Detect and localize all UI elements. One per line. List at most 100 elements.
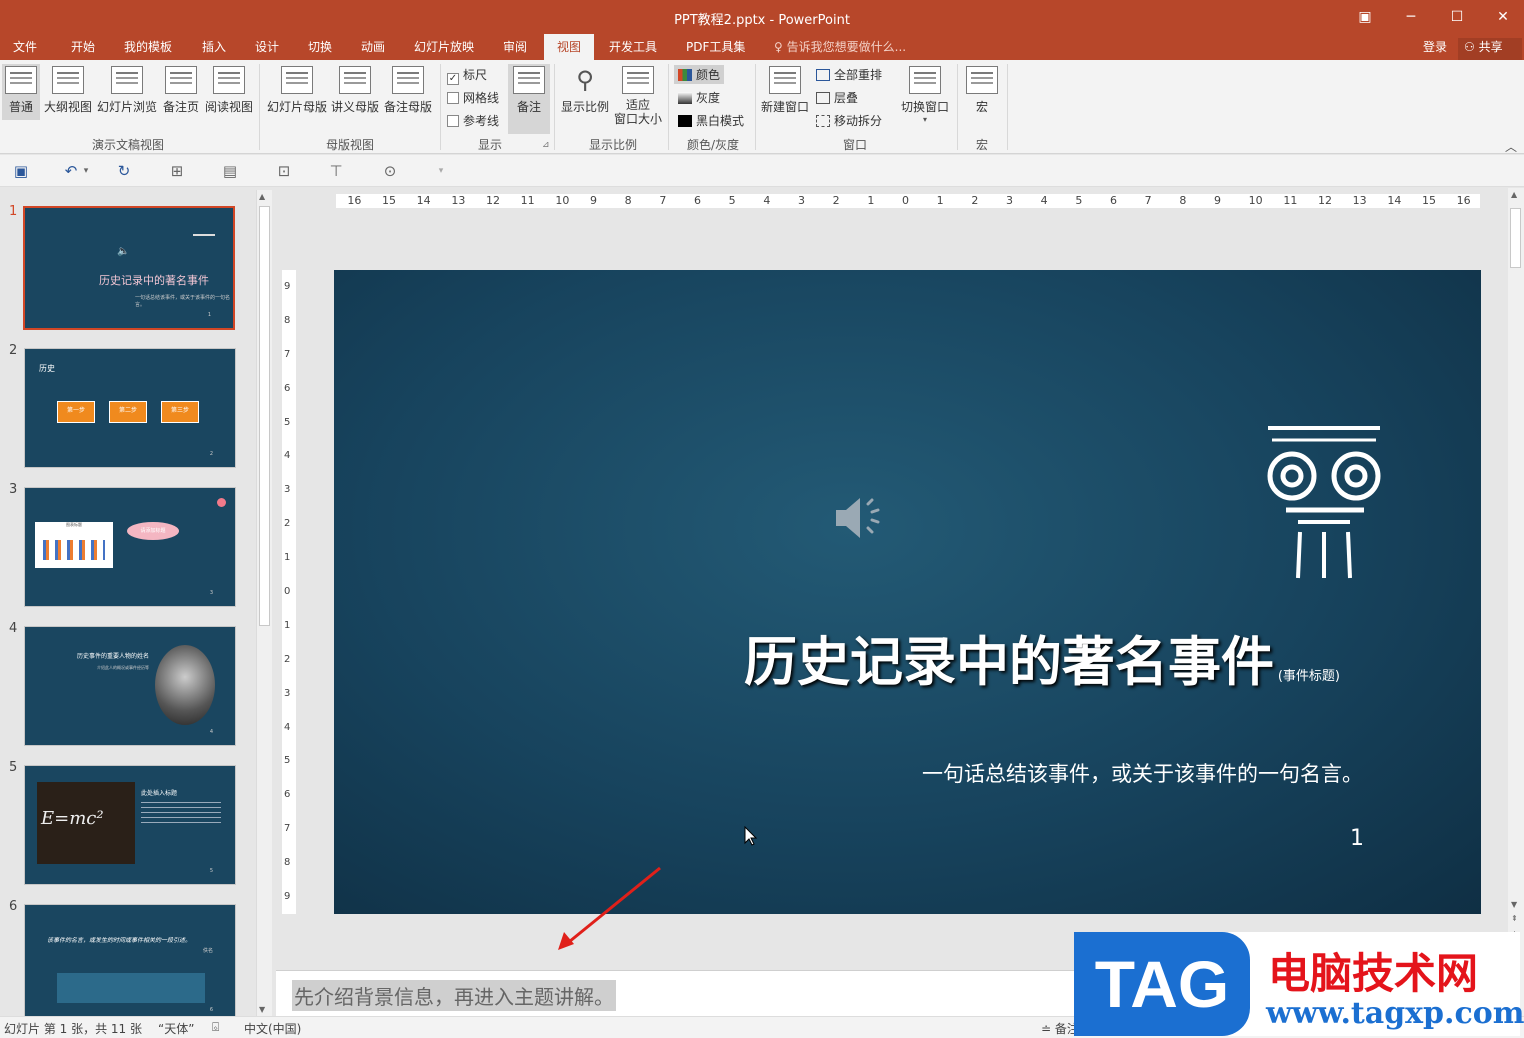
step-label: 第一步: [66, 407, 85, 414]
grayscale-swatch-icon: [678, 92, 692, 104]
zoom-button[interactable]: ⚲ 显示比例: [559, 64, 611, 120]
layout-icon[interactable]: ▤: [219, 161, 241, 181]
scroll-down-icon[interactable]: ▼: [1511, 900, 1517, 909]
editor-scrollbar[interactable]: ▲ ▼ ⇞ ⇟: [1508, 188, 1524, 1016]
minimize-icon[interactable]: ─: [1396, 6, 1426, 28]
gridlines-checkbox[interactable]: 网格线: [447, 89, 499, 106]
language-indicator[interactable]: 中文(中国): [244, 1020, 301, 1037]
save-icon[interactable]: ▣: [10, 161, 32, 181]
outline-view-button[interactable]: 大纲视图: [42, 64, 94, 120]
thumbnail-slide-5[interactable]: E=mc² 此处插入标题 5: [24, 765, 236, 885]
thumbnail-slide-1[interactable]: 🔈 历史记录中的著名事件 一句话总结该事件，或关于该事件的一句名言。 1: [23, 206, 235, 330]
tab-file[interactable]: 文件: [13, 38, 37, 55]
notes-page-button[interactable]: 备注页: [160, 64, 202, 120]
switch-window-button[interactable]: 切换窗口 ▾: [898, 64, 952, 124]
thumbnail-slide-6[interactable]: 该事件的名言，或发生的时间或事件相关的一段引述。 佚名 6: [24, 904, 236, 1016]
vertical-ruler[interactable]: 9 8 7 6 5 4 3 2 1 0 1 2 3 4 5 6 7 8 9: [282, 270, 296, 914]
ruler-tick-label: 5: [728, 194, 736, 207]
tell-me-text: 告诉我您想要做什么...: [786, 40, 907, 54]
thumbnail-slide-3[interactable]: 图表标题 请添加标题 3: [24, 487, 236, 607]
slide-subtitle[interactable]: 一句话总结该事件，或关于该事件的一句名言。: [922, 758, 1363, 788]
slide-master-icon: [281, 66, 313, 94]
macro-icon: [966, 66, 998, 94]
new-window-button[interactable]: 新建窗口: [760, 64, 810, 120]
collapse-ribbon-icon[interactable]: ︿: [1505, 138, 1517, 155]
scroll-up-icon[interactable]: ▲: [1511, 190, 1517, 199]
ruler-tick-label: 9: [590, 194, 597, 207]
tab-review[interactable]: 审阅: [503, 38, 527, 55]
dialog-launcher-icon[interactable]: ⊿: [542, 140, 550, 150]
undo-icon[interactable]: ↶: [60, 161, 82, 181]
share-button[interactable]: ⚇ 共享: [1458, 38, 1522, 60]
fit-to-window-button[interactable]: 适应 窗口大小: [612, 64, 664, 126]
notes-toggle-button[interactable]: 备注: [508, 64, 550, 134]
slide-canvas[interactable]: 历史记录中的著名事件 (事件标题) 一句话总结该事件，或关于该事件的一句名言。 …: [334, 270, 1481, 914]
customize-qat-icon[interactable]: ▾: [430, 161, 452, 181]
tab-insert[interactable]: 插入: [202, 38, 226, 55]
arrange-all-button[interactable]: 全部重排: [816, 66, 882, 83]
color-button[interactable]: 颜色: [674, 65, 725, 84]
notes-text[interactable]: 先介绍背景信息，再进入主题讲解。: [292, 980, 616, 1011]
tab-transitions[interactable]: 切换: [308, 38, 332, 55]
redo-icon[interactable]: ↻: [113, 161, 135, 181]
notes-page-icon: [165, 66, 197, 94]
slide-master-button[interactable]: 幻灯片母版: [265, 64, 329, 120]
thumb-title: 历史事件的重要人物的姓名: [77, 653, 150, 660]
chart-title: 图表标题: [66, 522, 82, 527]
print-preview-icon[interactable]: ⊙: [379, 161, 401, 181]
ruler-tick-label: 1: [284, 552, 291, 564]
ribbon-display-options-icon[interactable]: ▣: [1350, 6, 1380, 28]
checkbox-icon: [447, 92, 459, 104]
login-link[interactable]: 登录: [1423, 38, 1447, 55]
tab-home[interactable]: 开始: [71, 38, 95, 55]
grayscale-button[interactable]: 灰度: [678, 89, 720, 106]
black-white-button[interactable]: 黑白模式: [678, 112, 744, 129]
move-split-button[interactable]: 移动拆分: [816, 112, 882, 129]
tab-my-templates[interactable]: 我的模板: [124, 38, 172, 55]
thumbnail-scrollbar[interactable]: ▲ ▼: [256, 190, 272, 1016]
ruler-tick-label: 7: [284, 823, 291, 835]
tab-developer[interactable]: 开发工具: [609, 38, 657, 55]
horizontal-ruler[interactable]: 16 15 14 13 12 11 10 9 8 7 6 5 4 3 2 1 0 1 2 3 4 5 6 7 8 9 10 11 12 1…: [336, 194, 1480, 208]
cascade-button[interactable]: 层叠: [816, 89, 858, 106]
arrange-icon: [816, 69, 830, 81]
thumbnail-slide-2[interactable]: 历史 第一步 第二步 第三步 2: [24, 348, 236, 468]
tab-design[interactable]: 设计: [255, 38, 279, 55]
ruler-tick-label: 6: [284, 789, 291, 801]
slide-sorter-button[interactable]: 幻灯片浏览: [96, 64, 158, 120]
undo-dropdown-icon[interactable]: ▾: [80, 161, 92, 181]
guides-checkbox[interactable]: 参考线: [447, 112, 499, 129]
speaker-icon[interactable]: [832, 488, 892, 548]
maximize-icon[interactable]: ☐: [1442, 6, 1472, 28]
tab-slideshow[interactable]: 幻灯片放映: [414, 38, 474, 55]
ruler-tick-label: 2: [971, 194, 979, 207]
scroll-up-icon[interactable]: ▲: [259, 192, 265, 201]
close-icon[interactable]: ✕: [1488, 6, 1518, 28]
tell-me-search[interactable]: ♀ 告诉我您想要做什么...: [774, 38, 906, 55]
slide-title-box[interactable]: 历史记录中的著名事件 (事件标题): [744, 620, 1340, 696]
scroll-thumb[interactable]: [1510, 208, 1521, 268]
tab-animations[interactable]: 动画: [361, 38, 385, 55]
thumb-page: 3: [209, 590, 213, 596]
new-slide-icon[interactable]: ⊞: [166, 161, 188, 181]
normal-view-button[interactable]: 普通: [2, 64, 40, 120]
presenter-icon[interactable]: ⊤: [325, 161, 347, 181]
ruler-checkbox[interactable]: ✓ 标尺: [447, 66, 487, 85]
tab-pdf-tools[interactable]: PDF工具集: [686, 38, 745, 55]
handout-master-button[interactable]: 讲义母版: [330, 64, 380, 120]
thumb-number: 3: [9, 482, 18, 497]
btn-label: 全部重排: [834, 68, 883, 82]
notes-master-button[interactable]: 备注母版: [382, 64, 434, 120]
tab-view[interactable]: 视图: [544, 34, 594, 60]
macros-button[interactable]: 宏: [962, 64, 1002, 120]
btn-label-2: 窗口大小: [613, 112, 662, 126]
reading-view-button[interactable]: 阅读视图: [203, 64, 255, 120]
spellcheck-icon[interactable]: ⌺: [212, 1020, 219, 1035]
previous-slide-icon[interactable]: ⇞: [1511, 914, 1518, 923]
btn-label: 黑白模式: [696, 114, 745, 128]
separator: [957, 64, 958, 150]
slideshow-from-start-icon[interactable]: ⊡: [273, 161, 295, 181]
thumbnail-slide-4[interactable]: 历史事件的重要人物的姓名 介绍此人的概况或事件经历等 4: [24, 626, 236, 746]
scroll-thumb[interactable]: [259, 206, 270, 626]
scroll-down-icon[interactable]: ▼: [259, 1005, 265, 1014]
